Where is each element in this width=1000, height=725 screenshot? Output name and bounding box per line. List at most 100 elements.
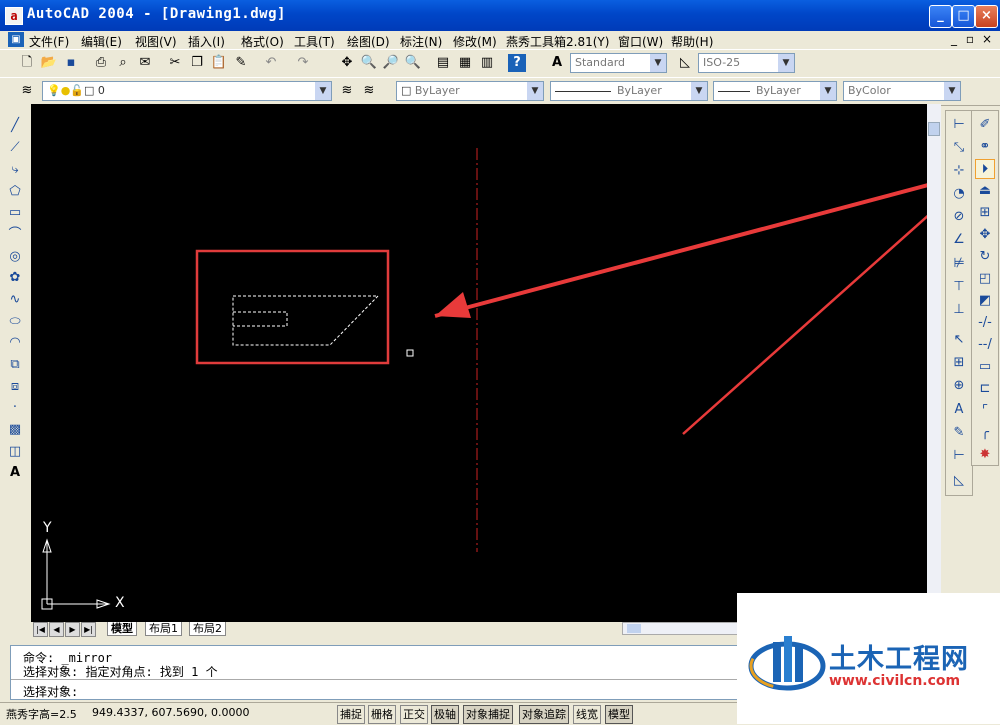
- paste-button[interactable]: 📋: [210, 54, 228, 72]
- close-button[interactable]: ×: [975, 5, 998, 28]
- menu-file[interactable]: 文件(F): [29, 33, 69, 50]
- publish-button[interactable]: ✉: [136, 54, 154, 72]
- menu-modify[interactable]: 修改(M): [453, 33, 497, 50]
- trim-tool[interactable]: -/-: [975, 313, 995, 333]
- layer-previous-button[interactable]: ≋: [360, 82, 378, 100]
- polygon-tool[interactable]: ⬠: [5, 182, 25, 202]
- lineweight-select[interactable]: ByLayer ▼: [713, 81, 837, 101]
- autocad-app-icon[interactable]: a: [5, 7, 23, 25]
- osnap-toggle[interactable]: 对象捕捉: [463, 705, 513, 724]
- diameter-dim-tool[interactable]: ⊘: [949, 207, 969, 227]
- array-tool[interactable]: ⊞: [975, 203, 995, 223]
- continue-dim-tool[interactable]: ⊥: [949, 300, 969, 320]
- rotate-tool[interactable]: ↻: [975, 247, 995, 267]
- vertical-scroll-thumb[interactable]: [928, 122, 940, 136]
- line-tool[interactable]: ╱: [5, 116, 25, 136]
- document-icon[interactable]: ▣: [8, 32, 24, 47]
- chamfer-tool[interactable]: ⌜: [975, 401, 995, 421]
- drawing-canvas[interactable]: Y X: [31, 104, 927, 622]
- polyline-tool[interactable]: ⤷: [5, 160, 25, 180]
- properties-button[interactable]: ▤: [434, 54, 452, 72]
- break-tool[interactable]: ⊏: [975, 379, 995, 399]
- fillet-tool[interactable]: ╭: [975, 423, 995, 443]
- center-mark-tool[interactable]: ⊕: [949, 376, 969, 396]
- lineweight-toggle[interactable]: 线宽: [573, 705, 601, 724]
- copy-object-tool[interactable]: ⚭: [975, 137, 995, 157]
- vertical-scrollbar[interactable]: [927, 104, 941, 622]
- hatch-tool[interactable]: ▩: [5, 420, 25, 440]
- design-center-button[interactable]: ▦: [456, 54, 474, 72]
- dim-style-select[interactable]: ISO-25 ▼: [698, 53, 795, 73]
- menu-format[interactable]: 格式(O): [241, 33, 284, 50]
- horizontal-scroll-thumb[interactable]: [627, 624, 641, 633]
- linear-dim-tool[interactable]: ⊢: [949, 115, 969, 135]
- construction-line-tool[interactable]: ⟋: [5, 138, 25, 158]
- tolerance-tool[interactable]: ⊞: [949, 353, 969, 373]
- grid-toggle[interactable]: 栅格: [368, 705, 396, 724]
- dimension-edit-tool[interactable]: A: [949, 400, 969, 420]
- zoom-realtime-button[interactable]: 🔍: [360, 54, 378, 72]
- layer-select[interactable]: 💡●🔓□ 0 ▼: [42, 81, 332, 101]
- plot-button[interactable]: ⎙: [92, 54, 110, 72]
- explode-tool[interactable]: ✸: [975, 445, 995, 465]
- menu-edit[interactable]: 编辑(E): [81, 33, 122, 50]
- redo-button[interactable]: ↷: [294, 54, 312, 72]
- linetype-select[interactable]: ByLayer ▼: [550, 81, 708, 101]
- last-tab-button[interactable]: ▶|: [81, 622, 96, 637]
- spline-tool[interactable]: ∿: [5, 290, 25, 310]
- maximize-button[interactable]: □: [952, 5, 975, 28]
- quick-dim-tool[interactable]: ⊭: [949, 254, 969, 274]
- make-block-tool[interactable]: ⧈: [5, 377, 25, 397]
- break-at-point-tool[interactable]: ▭: [975, 357, 995, 377]
- arc-tool[interactable]: ⌒: [5, 225, 25, 245]
- doc-restore-button[interactable]: ▫: [963, 32, 977, 46]
- dimension-update-tool[interactable]: ⊢: [949, 446, 969, 466]
- save-button[interactable]: ▪: [62, 54, 80, 72]
- mirror-tool[interactable]: ⏵: [975, 159, 995, 179]
- prev-tab-button[interactable]: ◀: [49, 622, 64, 637]
- color-select[interactable]: □ ByLayer ▼: [396, 81, 544, 101]
- new-button[interactable]: 🗋: [18, 54, 36, 72]
- radius-dim-tool[interactable]: ◔: [949, 184, 969, 204]
- tab-layout2[interactable]: 布局2: [189, 622, 226, 636]
- text-style-select[interactable]: Standard ▼: [570, 53, 667, 73]
- insert-block-tool[interactable]: ⧉: [5, 355, 25, 375]
- tab-model[interactable]: 模型: [107, 622, 137, 636]
- make-current-layer-button[interactable]: ≋: [338, 82, 356, 100]
- otrack-toggle[interactable]: 对象追踪: [519, 705, 569, 724]
- cut-button[interactable]: ✂: [166, 54, 184, 72]
- menu-yanxiu-toolbox[interactable]: 燕秀工具箱2.81(Y): [506, 33, 609, 50]
- dim-style-button[interactable]: ◺: [676, 54, 694, 72]
- ortho-toggle[interactable]: 正交: [400, 705, 428, 724]
- offset-tool[interactable]: ⏏: [975, 181, 995, 201]
- ellipse-arc-tool[interactable]: ◠: [5, 333, 25, 353]
- plotstyle-select[interactable]: ByColor ▼: [843, 81, 961, 101]
- menu-window[interactable]: 窗口(W): [618, 33, 663, 50]
- undo-button[interactable]: ↶: [262, 54, 280, 72]
- doc-minimize-button[interactable]: _: [947, 32, 961, 46]
- rectangle-tool[interactable]: ▭: [5, 203, 25, 223]
- stretch-tool[interactable]: ◩: [975, 291, 995, 311]
- ordinate-dim-tool[interactable]: ⊹: [949, 161, 969, 181]
- menu-insert[interactable]: 插入(I): [188, 33, 225, 50]
- dimension-style-tool[interactable]: ◺: [949, 471, 969, 491]
- match-properties-button[interactable]: ✎: [232, 54, 250, 72]
- text-style-button[interactable]: A: [548, 54, 566, 72]
- tab-layout1[interactable]: 布局1: [145, 622, 182, 636]
- ellipse-tool[interactable]: ⬭: [5, 312, 25, 332]
- circle-tool[interactable]: ◎: [5, 247, 25, 267]
- polar-toggle[interactable]: 极轴: [431, 705, 459, 724]
- menu-draw[interactable]: 绘图(D): [347, 33, 390, 50]
- region-tool[interactable]: ◫: [5, 442, 25, 462]
- snap-toggle[interactable]: 捕捉: [337, 705, 365, 724]
- help-button[interactable]: ?: [508, 54, 526, 72]
- multiline-text-tool[interactable]: A: [5, 463, 25, 483]
- selected-shape-outline[interactable]: [232, 295, 380, 346]
- revision-cloud-tool[interactable]: ✿: [5, 268, 25, 288]
- doc-close-button[interactable]: ×: [980, 32, 994, 46]
- first-tab-button[interactable]: |◀: [33, 622, 48, 637]
- menu-help[interactable]: 帮助(H): [671, 33, 713, 50]
- zoom-previous-button[interactable]: 🔍: [404, 54, 422, 72]
- layer-manager-button[interactable]: ≋: [18, 82, 36, 100]
- point-tool[interactable]: ·: [5, 398, 25, 418]
